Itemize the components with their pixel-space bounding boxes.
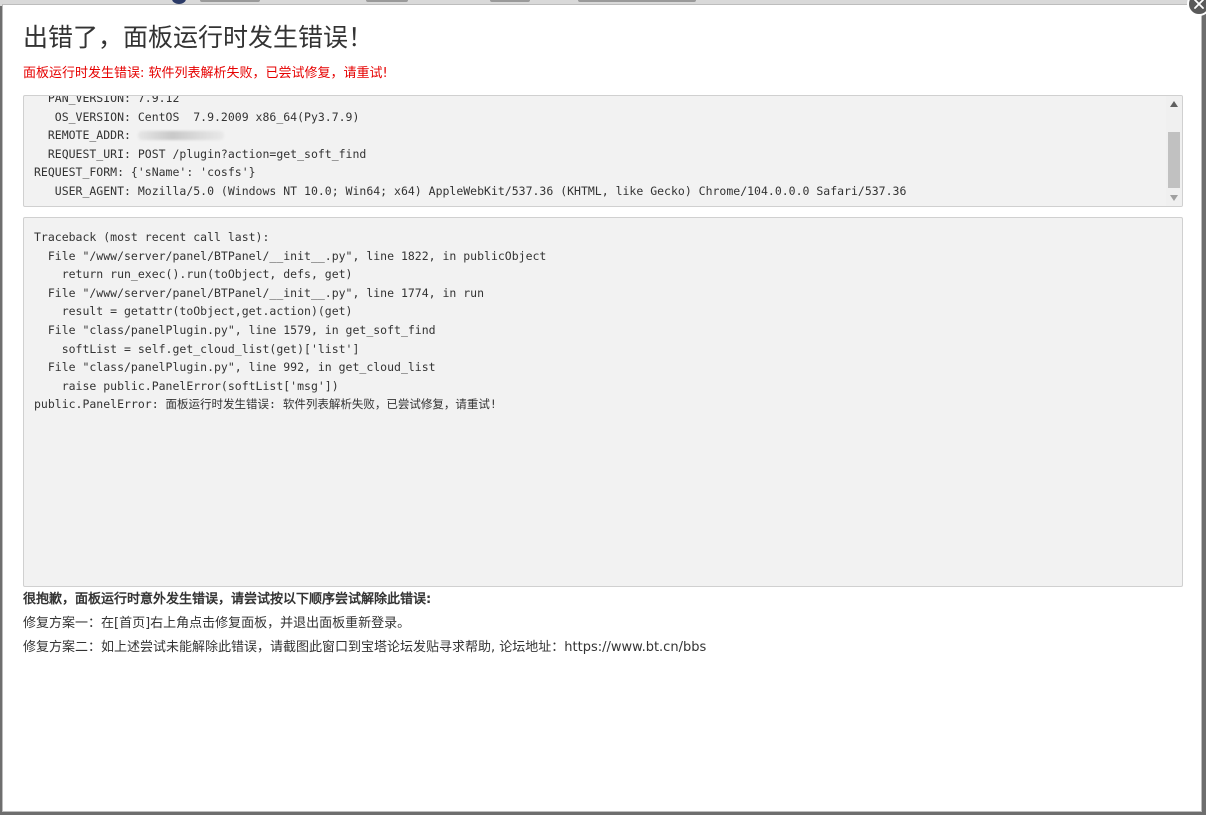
env-line-panel-version: PAN_VERSION: 7.9.12 [34, 95, 180, 105]
env-line-remote-addr: REMOTE_ADDR: [34, 126, 1164, 145]
traceback-line: raise public.PanelError(softList['msg']) [34, 378, 339, 393]
env-line-request-uri: REQUEST_URI: POST /plugin?action=get_sof… [34, 146, 367, 161]
error-dialog: 出错了，面板运行时发生错误！ 面板运行时发生错误: 软件列表解析失败，已尝试修复… [2, 4, 1202, 812]
redacted-ip-address [137, 131, 224, 141]
environment-scrollbar[interactable] [1166, 96, 1182, 206]
traceback-line: softList = self.get_cloud_list(get)['lis… [34, 341, 360, 356]
scroll-down-button[interactable] [1166, 190, 1182, 206]
traceback-line: Traceback (most recent call last): [34, 230, 270, 244]
scroll-up-button[interactable] [1166, 96, 1182, 112]
close-icon [1194, 0, 1204, 9]
help-heading: 很抱歉，面板运行时意外发生错误，请尝试按以下顺序尝试解除此错误: [23, 592, 432, 607]
scroll-thumb[interactable] [1168, 132, 1180, 188]
env-line-os-version: OS_VERSION: CentOS 7.9.2009 x86_64(Py3.7… [34, 109, 360, 124]
repair-option-one: 修复方案一：在[首页]右上角点击修复面板，并退出面板重新登录。 [23, 616, 411, 631]
traceback-line-error: public.PanelError: 面板运行时发生错误: 软件列表解析失败，已… [34, 397, 497, 412]
environment-info-lines: PAN_VERSION: 7.9.12 OS_VERSION: CentOS 7… [34, 95, 1164, 201]
background-text-fragment [490, 0, 530, 2]
triangle-down-icon [1170, 195, 1178, 201]
dialog-title: 出错了，面板运行时发生错误！ [23, 23, 374, 52]
error-message: 面板运行时发生错误: 软件列表解析失败，已尝试修复，请重试! [23, 66, 388, 81]
env-line-user-agent: USER_AGENT: Mozilla/5.0 (Windows NT 10.0… [34, 183, 907, 198]
background-text-fragment [366, 0, 408, 2]
background-text-fragment [578, 0, 696, 2]
traceback-lines: Traceback (most recent call last): File … [34, 228, 1164, 414]
traceback-line: return run_exec().run(toObject, defs, ge… [34, 267, 353, 282]
triangle-up-icon [1170, 101, 1178, 107]
traceback-line: result = getattr(toObject,get.action)(ge… [34, 304, 353, 319]
traceback-line: File "class/panelPlugin.py", line 1579, … [34, 322, 436, 337]
background-text-fragment [200, 0, 260, 2]
traceback-box[interactable]: Traceback (most recent call last): File … [23, 217, 1183, 587]
traceback-line: File "/www/server/panel/BTPanel/__init__… [34, 248, 547, 263]
repair-option-two: 修复方案二：如上述尝试未能解除此错误，请截图此窗口到宝塔论坛发贴寻求帮助, 论坛… [23, 640, 707, 655]
environment-info-box[interactable]: PAN_VERSION: 7.9.12 OS_VERSION: CentOS 7… [23, 95, 1183, 207]
traceback-line: File "/www/server/panel/BTPanel/__init__… [34, 285, 485, 300]
traceback-line: File "class/panelPlugin.py", line 992, i… [34, 360, 436, 375]
env-line-request-form: REQUEST_FORM: {'sName': 'cosfs'} [34, 165, 256, 180]
env-line-remote-addr-label: REMOTE_ADDR: [34, 128, 138, 143]
